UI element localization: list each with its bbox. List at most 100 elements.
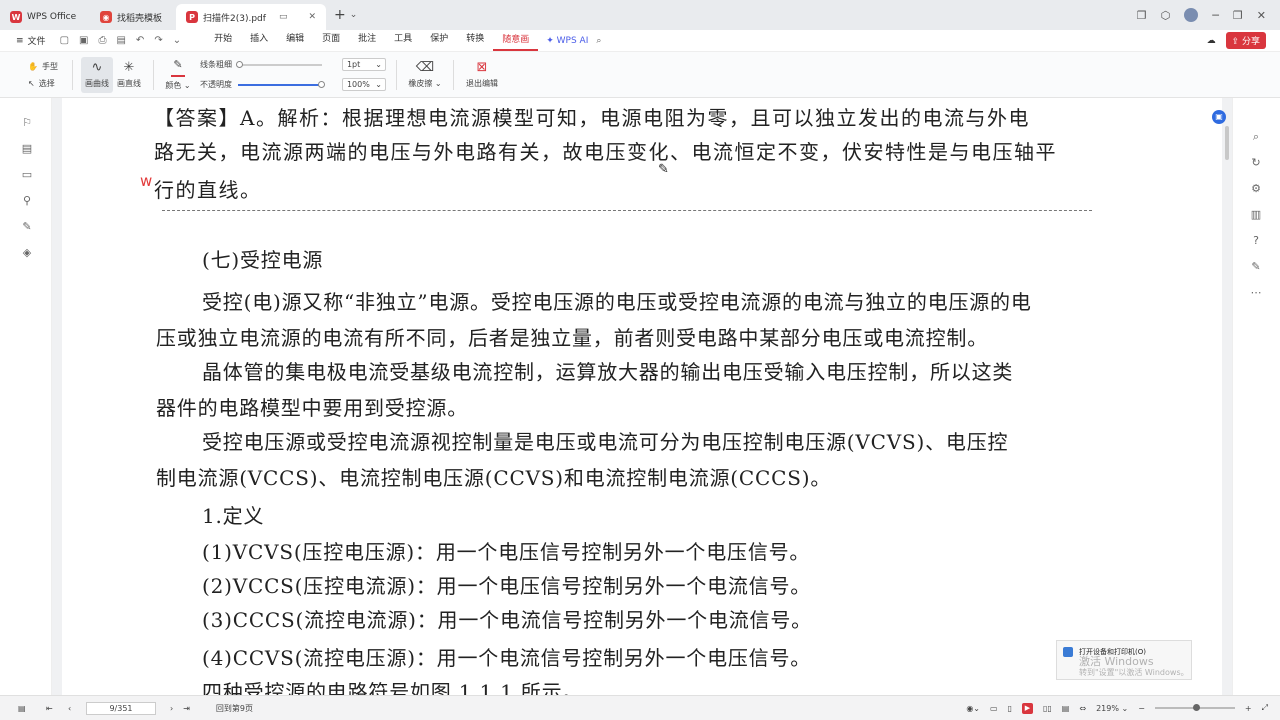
new-tab-icon[interactable]: + [334, 7, 346, 23]
menu-freehand[interactable]: 随意画 [493, 31, 539, 51]
restore-window-icon[interactable]: ❐ [1137, 9, 1147, 22]
bookmark-icon[interactable]: ⚐ [20, 116, 34, 130]
menu-tools[interactable]: 工具 [385, 31, 421, 51]
export-icon[interactable]: ▤ [116, 35, 125, 46]
color-button[interactable]: ✎ 颜色 ⌄ [162, 57, 194, 93]
pen-cursor-icon: ✎ [658, 162, 669, 177]
pen-annotation[interactable]: w [140, 172, 152, 190]
minimize-icon[interactable]: ─ [1212, 9, 1219, 22]
sidebar-toggle-icon[interactable]: ▤ [18, 704, 26, 713]
menu-convert[interactable]: 转换 [457, 31, 493, 51]
opacity-slider[interactable] [237, 80, 325, 88]
hand-tool[interactable]: ✋ 手型 [28, 61, 58, 72]
cloud-icon[interactable]: ☁ [1207, 36, 1216, 46]
thumbnail-icon[interactable]: ▤ [20, 142, 34, 156]
exit-edit-button[interactable]: ⊠ 退出编辑 [462, 57, 502, 93]
single-page-icon[interactable]: ▭ [990, 704, 998, 713]
close-window-icon[interactable]: ✕ [1257, 9, 1266, 22]
fit-width-icon[interactable]: ⇔ [1079, 704, 1086, 713]
sign-icon[interactable]: ✎ [20, 220, 34, 234]
select-tool[interactable]: ↖ 选择 [28, 78, 55, 89]
first-page-icon[interactable]: ⇤ [46, 704, 53, 713]
translate-badge-icon[interactable]: ▣ [1212, 110, 1226, 124]
window-controls: ❐ ⬡ ─ ❐ ✕ [1137, 8, 1280, 22]
avatar[interactable] [1184, 8, 1199, 22]
open-icon[interactable]: ▢ [60, 35, 69, 46]
redo-icon[interactable]: ↷ [154, 35, 162, 46]
file-menu[interactable]: ≡ 文件 [16, 34, 46, 48]
dual-page-icon[interactable]: ▯▯ [1043, 704, 1052, 713]
vertical-scrollbar[interactable] [1225, 126, 1229, 160]
definition-item: (1)VCVS(压控电压源)：用一个电压信号控制另外一个电压信号。 [202, 540, 811, 564]
save-icon[interactable]: ▣ [79, 35, 88, 46]
draw-line-button[interactable]: ✳ 画直线 [113, 57, 145, 93]
tab-label: WPS Office [27, 12, 77, 22]
prev-page-icon[interactable]: ‹ [68, 704, 71, 713]
back-to-page-link[interactable]: 回到第9页 [216, 703, 253, 714]
chevron-down-icon: ⌄ [375, 60, 382, 69]
tab-wps-office[interactable]: W WPS Office [0, 4, 88, 30]
tab-menu-chevron-icon[interactable]: ⌄ [350, 10, 358, 20]
notification-toast[interactable]: 打开设备和打印机(O) 激活 Windows 转到"设置"以激活 Windows… [1056, 640, 1192, 680]
next-page-icon[interactable]: › [170, 704, 173, 713]
edit-icon[interactable]: ✎ [1249, 260, 1263, 274]
menu-edit[interactable]: 编辑 [277, 31, 313, 51]
menu-page[interactable]: 页面 [313, 31, 349, 51]
continuous-icon[interactable]: ▯ [1008, 704, 1012, 713]
search-icon[interactable]: ⌕ [596, 36, 601, 46]
wps-ai-button[interactable]: ✦ WPS AI [546, 36, 588, 46]
slider-knob[interactable] [235, 60, 243, 68]
maximize-icon[interactable]: ❐ [1233, 9, 1243, 22]
comment-icon[interactable]: ▭ [20, 168, 34, 182]
print-icon[interactable]: ⎙ [98, 35, 106, 46]
tab-template[interactable]: ◉ 找稻壳模板 [90, 4, 174, 30]
book-view-icon[interactable]: ▤ [1062, 704, 1070, 713]
menu-insert[interactable]: 插入 [241, 31, 277, 51]
more-icon[interactable]: ⋯ [1249, 286, 1263, 300]
undo-icon[interactable]: ↶ [136, 35, 144, 46]
opacity-fill [237, 83, 322, 86]
draw-curve-button[interactable]: ∿ 画曲线 [80, 56, 113, 93]
slider-knob[interactable] [317, 80, 325, 88]
close-tab-icon[interactable]: ✕ [308, 12, 316, 22]
more-chevron-icon[interactable]: ⌄ [173, 35, 181, 46]
eraser-button[interactable]: ⌫ 橡皮擦 ⌄ [405, 57, 445, 93]
refresh-icon[interactable]: ↻ [1249, 156, 1263, 170]
last-page-icon[interactable]: ⇥ [183, 704, 190, 713]
document-viewport[interactable]: 【答案】A。解析：根据理想电流源模型可知，电源电阻为零，且可以独立发出的电流与外… [52, 98, 1232, 695]
thickness-value: 1pt [346, 60, 361, 69]
zoom-in-icon[interactable]: + [1245, 704, 1252, 713]
title-tab-bar: W WPS Office ◉ 找稻壳模板 P 扫描件2(3).pdf ▭ ✕ +… [0, 0, 1280, 30]
layers-icon[interactable]: ◈ [20, 246, 34, 260]
paragraph-line: 晶体管的集电极电流受基级电流控制，运算放大器的输出电压受输入电压控制，所以这类 [202, 360, 1014, 384]
menu-items: 开始 插入 编辑 页面 批注 工具 保护 转换 随意画 [205, 31, 539, 51]
book-icon[interactable]: ▥ [1249, 208, 1263, 222]
share-button[interactable]: ⇪ 分享 [1225, 32, 1266, 49]
menu-annotate[interactable]: 批注 [349, 31, 385, 51]
chevron-down-icon: ⌄ [375, 80, 382, 89]
help-icon[interactable]: ? [1249, 234, 1263, 248]
thickness-label: 线条粗细 [199, 60, 232, 69]
menu-start[interactable]: 开始 [205, 31, 241, 51]
opacity-select[interactable]: 100% ⌄ [341, 78, 386, 91]
play-icon[interactable]: ▶ [1021, 702, 1033, 714]
thickness-slider[interactable] [235, 60, 322, 68]
attachment-icon[interactable]: ⚲ [20, 194, 34, 208]
zoom-value[interactable]: 219% ⌄ [1096, 704, 1128, 713]
thickness-select[interactable]: 1pt ⌄ [341, 58, 386, 71]
cube-icon[interactable]: ⬡ [1161, 9, 1171, 22]
page-number-input[interactable]: 9/351 [86, 701, 156, 715]
search-icon[interactable]: ⌕ [1249, 130, 1263, 144]
screen-icon[interactable]: ▭ [279, 12, 288, 22]
wps-logo-icon: W [10, 11, 22, 23]
fullscreen-icon[interactable]: ⤢ [1262, 703, 1268, 713]
eye-icon[interactable]: ◉⌄ [966, 704, 980, 713]
zoom-knob[interactable] [1192, 704, 1200, 711]
zoom-slider[interactable] [1154, 704, 1235, 711]
status-bar: ▤ ⇤ ‹ 9/351 › ⇥ 回到第9页 ◉⌄ ▭ ▯ ▶ ▯▯ ▤ ⇔ 21… [0, 695, 1280, 720]
menu-protect[interactable]: 保护 [421, 31, 457, 51]
paragraph-line: 受控(电)源又称“非独立”电源。受控电压源的电压或受控电流源的电流与独立的电压源… [202, 290, 1032, 314]
settings-sliders-icon[interactable]: ⚙ [1249, 182, 1263, 196]
zoom-out-icon[interactable]: − [1138, 704, 1145, 713]
tab-pdf[interactable]: P 扫描件2(3).pdf ▭ ✕ [176, 4, 326, 30]
